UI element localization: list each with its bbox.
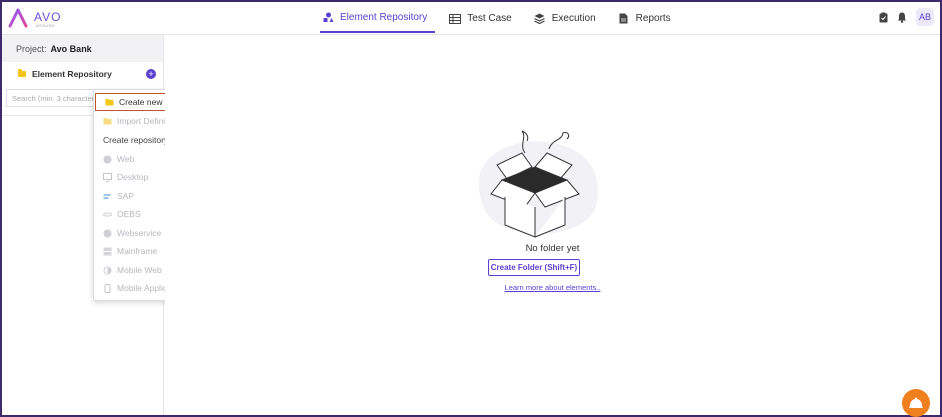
add-button[interactable]: + bbox=[146, 69, 156, 79]
nav-label: Element Repository bbox=[340, 12, 428, 23]
smartphone-icon bbox=[103, 283, 112, 293]
folder-icon bbox=[18, 69, 26, 77]
nav-reports[interactable]: Reports bbox=[616, 2, 679, 35]
globe-icon bbox=[103, 229, 112, 238]
main-content: No folder yet Create Folder (Shift+F) Le… bbox=[165, 35, 940, 415]
project-name: Avo Bank bbox=[50, 43, 92, 54]
file-icon bbox=[618, 13, 630, 25]
nav-label: Test Case bbox=[467, 13, 512, 24]
menu-label: Mainframe bbox=[117, 246, 158, 256]
nav-label: Reports bbox=[635, 13, 671, 24]
menu-label: Web bbox=[117, 154, 135, 164]
logo-text: AVO bbox=[34, 10, 62, 24]
clipboard-icon[interactable] bbox=[878, 11, 888, 23]
top-header: AVO ASSURE Element Repository Test Case bbox=[2, 2, 940, 35]
folder-icon bbox=[105, 98, 114, 107]
monitor-icon bbox=[103, 172, 112, 182]
learn-more-link[interactable]: Learn more about elements.. bbox=[165, 283, 940, 292]
nav-test-case[interactable]: Test Case bbox=[447, 2, 519, 35]
app-frame: AVO ASSURE Element Repository Test Case bbox=[0, 0, 942, 417]
nav-label: Execution bbox=[551, 13, 596, 24]
bell-icon[interactable] bbox=[897, 11, 907, 23]
table-icon bbox=[449, 13, 462, 25]
nav-execution[interactable]: Execution bbox=[532, 2, 604, 35]
folder-icon bbox=[103, 117, 112, 126]
globe-icon bbox=[103, 155, 112, 164]
create-repository-label: Create repository: bbox=[103, 135, 171, 145]
logo-mark-icon bbox=[8, 8, 28, 28]
shapes-icon bbox=[322, 12, 334, 24]
layers-icon bbox=[534, 13, 546, 25]
nav-element-repository[interactable]: Element Repository bbox=[320, 2, 436, 33]
search-input[interactable]: Search (min. 3 characters) bbox=[6, 89, 98, 107]
menu-label: Desktop bbox=[117, 172, 149, 182]
sap-icon bbox=[103, 192, 112, 201]
element-repository-root[interactable]: Element Repository + bbox=[2, 62, 163, 86]
empty-state-title: No folder yet bbox=[525, 243, 580, 254]
menu-label: OEBS bbox=[117, 209, 141, 219]
user-avatar[interactable]: AB bbox=[916, 8, 934, 26]
help-chat-button[interactable] bbox=[902, 389, 930, 417]
app-logo[interactable]: AVO ASSURE bbox=[8, 8, 62, 30]
logo-subtext: ASSURE bbox=[36, 23, 56, 28]
menu-label: SAP bbox=[117, 191, 135, 201]
oracle-icon bbox=[103, 210, 112, 219]
header-actions: AB bbox=[878, 8, 934, 26]
mobile-web-icon bbox=[103, 266, 112, 275]
server-icon bbox=[103, 247, 112, 256]
project-row: Project: Avo Bank bbox=[2, 35, 163, 62]
create-folder-button[interactable]: Create Folder (Shift+F) bbox=[488, 259, 580, 276]
empty-box-illustration bbox=[478, 130, 598, 238]
chat-bot-icon bbox=[909, 397, 923, 408]
main-nav: Element Repository Test Case Execution R… bbox=[320, 2, 691, 35]
repo-label: Element Repository bbox=[32, 69, 112, 79]
menu-label: Mobile Web bbox=[117, 265, 162, 275]
project-label: Project: bbox=[16, 43, 47, 54]
menu-label: Webservice bbox=[117, 228, 162, 238]
